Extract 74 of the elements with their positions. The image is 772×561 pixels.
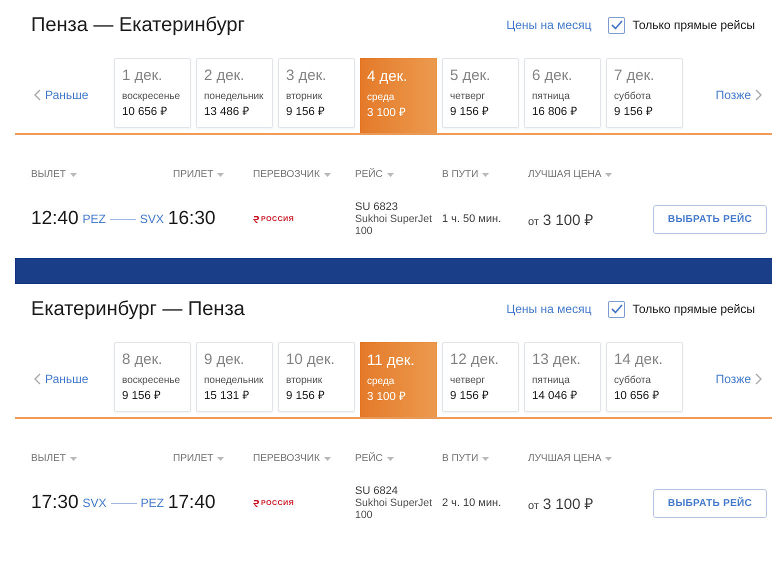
airport-code: SVX — [140, 212, 164, 226]
airport-code: SVX — [82, 496, 107, 510]
date-card[interactable]: 10 дек. вторник 9 156 ₽ — [278, 342, 355, 412]
price-prefix: от — [528, 216, 539, 228]
flight-number: SU 6823 — [355, 201, 399, 213]
date-card[interactable]: 9 дек. понедельник 15 131 ₽ — [196, 342, 273, 412]
route-title: Екатеринбург — Пенза — [31, 298, 246, 320]
date-card[interactable]: 3 дек. вторник 9 156 ₽ — [278, 58, 355, 128]
date-card[interactable]: 5 дек. четверг 9 156 ₽ — [442, 58, 519, 128]
sort-caret-icon — [386, 456, 394, 460]
checkbox-label: Только прямые рейсы — [632, 18, 755, 32]
arrival-time: 16:30 — [168, 208, 216, 230]
chevron-left-icon — [34, 373, 41, 385]
aircraft-model: Sukhoi SuperJet 100 — [355, 497, 434, 521]
chevron-right-icon — [755, 373, 762, 385]
later-link[interactable]: Позже — [716, 372, 762, 386]
airport-code: PEZ — [82, 212, 106, 226]
sort-caret-icon — [70, 172, 77, 176]
arrival-time: 17:40 — [168, 492, 216, 514]
column-header[interactable]: В ПУТИ — [442, 169, 528, 180]
checkbox[interactable] — [608, 16, 626, 34]
aircraft-model: Sukhoi SuperJet 100 — [355, 213, 434, 237]
sort-caret-icon — [482, 172, 490, 176]
column-header[interactable]: ПРИЛЕТ — [173, 453, 253, 464]
route-title: Пенза — Екатеринбург — [31, 14, 246, 36]
flight-duration: 1 ч. 50 мин. — [442, 213, 502, 225]
column-header[interactable]: В ПУТИ — [442, 453, 528, 464]
sort-caret-icon — [482, 456, 490, 460]
sort-caret-icon — [217, 456, 224, 460]
checkbox-label: Только прямые рейсы — [632, 302, 755, 316]
column-header[interactable]: ПЕРЕВОЗЧИК — [253, 453, 355, 464]
date-card[interactable]: 13 дек. пятница 14 046 ₽ — [524, 342, 601, 412]
later-link[interactable]: Позже — [716, 88, 762, 102]
date-card[interactable]: 4 дек. среда 3 100 ₽ — [360, 58, 437, 133]
departure-time: 12:40 — [31, 208, 79, 230]
select-flight-button[interactable]: ВЫБРАТЬ РЕЙС — [653, 488, 767, 518]
departure-time: 17:30 — [31, 492, 79, 514]
date-card[interactable]: 6 дек. пятница 16 806 ₽ — [524, 58, 601, 128]
price-prefix: от — [528, 500, 539, 512]
date-card[interactable]: 11 дек. среда 3 100 ₽ — [360, 342, 437, 417]
column-header[interactable]: ВЫЛЕТ — [31, 169, 173, 180]
chevron-right-icon — [755, 89, 762, 101]
sort-caret-icon — [324, 456, 331, 460]
date-card[interactable]: 12 дек. четверг 9 156 ₽ — [442, 342, 519, 412]
column-header[interactable]: ВЫЛЕТ — [31, 453, 173, 464]
flight-number: SU 6824 — [355, 485, 399, 497]
column-header[interactable]: РЕЙС — [355, 453, 442, 464]
month-prices-link[interactable]: Цены на месяц — [506, 18, 592, 32]
sort-caret-icon — [605, 172, 612, 176]
best-price: 3 100 ₽ — [542, 495, 594, 513]
date-card[interactable]: 8 дек. воскресенье 9 156 ₽ — [114, 342, 191, 412]
column-header[interactable]: ПЕРЕВОЗЧИК — [253, 169, 355, 180]
column-header[interactable]: ПРИЛЕТ — [173, 169, 253, 180]
sort-caret-icon — [70, 456, 77, 460]
column-header[interactable]: ЛУЧШАЯ ЦЕНА — [528, 169, 648, 180]
earlier-link[interactable]: Раньше — [15, 372, 114, 386]
best-price: 3 100 ₽ — [542, 211, 594, 229]
date-card[interactable]: 7 дек. суббота 9 156 ₽ — [606, 58, 683, 128]
date-card[interactable]: 1 дек. воскресенье 10 656 ₽ — [114, 58, 191, 128]
date-card[interactable]: 14 дек. суббота 10 656 ₽ — [606, 342, 683, 412]
column-header[interactable]: РЕЙС — [355, 169, 442, 180]
chevron-left-icon — [34, 89, 41, 101]
airport-code: PEZ — [140, 496, 164, 510]
sort-caret-icon — [386, 172, 394, 176]
sort-caret-icon — [217, 172, 224, 176]
month-prices-link[interactable]: Цены на месяц — [506, 302, 592, 316]
date-card[interactable]: 2 дек. понедельник 13 486 ₽ — [196, 58, 273, 128]
checkbox[interactable] — [608, 300, 626, 318]
flight-duration: 2 ч. 10 мин. — [442, 497, 502, 509]
earlier-link[interactable]: Раньше — [15, 88, 114, 102]
sort-caret-icon — [324, 172, 331, 176]
sort-caret-icon — [605, 456, 612, 460]
column-header[interactable]: ЛУЧШАЯ ЦЕНА — [528, 453, 648, 464]
select-flight-button[interactable]: ВЫБРАТЬ РЕЙС — [653, 204, 767, 234]
